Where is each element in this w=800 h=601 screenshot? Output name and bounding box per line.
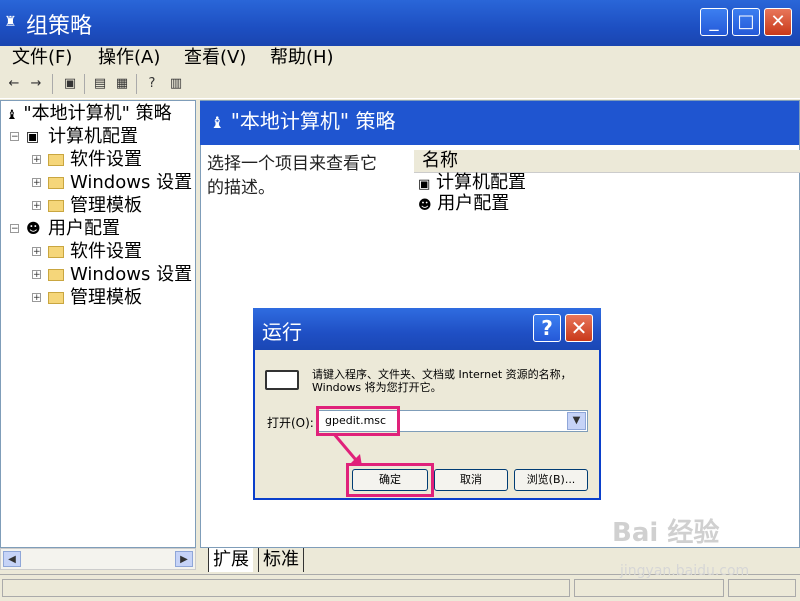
- tree-item-windows-settings[interactable]: + Windows 设置: [32, 172, 196, 194]
- computer-icon: ▣: [26, 129, 40, 145]
- list-item[interactable]: ☻ 用户配置: [418, 193, 509, 215]
- folder-icon: [48, 246, 64, 258]
- folder-icon: [48, 292, 64, 304]
- folder-icon: [48, 200, 64, 212]
- description-line: 选择一个项目来查看它: [207, 154, 377, 174]
- tree-horizontal-scrollbar[interactable]: ◀ ▶: [0, 548, 196, 570]
- title-bar: [0, 0, 800, 46]
- run-dialog-title: 运行: [262, 320, 302, 344]
- expand-icon[interactable]: +: [32, 293, 41, 303]
- dialog-close-button[interactable]: ✕: [565, 314, 593, 342]
- folder-icon: [48, 177, 64, 189]
- toolbar-divider: [136, 74, 137, 94]
- list-item-label: 用户配置: [437, 193, 510, 214]
- menu-view[interactable]: 查看(V): [184, 46, 246, 70]
- user-icon: ☻: [418, 198, 432, 213]
- run-dialog-message: 请键入程序、文件夹、文档或 Internet 资源的名称，Windows 将为您…: [312, 368, 572, 394]
- scroll-right-icon[interactable]: ▶: [175, 551, 193, 567]
- baidu-watermark-url: jingyan.baidu.com: [620, 563, 750, 579]
- description-text: 选择一个项目来查看它 的描述。: [207, 152, 407, 200]
- chevron-down-icon[interactable]: ▼: [567, 412, 586, 430]
- toolbar-divider: [84, 74, 85, 94]
- toolbar: ← → ▣ ▤ ▦ ? ▥: [0, 70, 800, 99]
- column-header-label: 名称: [422, 150, 458, 171]
- maximize-button[interactable]: □: [732, 8, 760, 36]
- annotation-arrow-icon: [332, 433, 362, 466]
- back-arrow-icon[interactable]: ←: [4, 74, 24, 94]
- open-label: 打开(O):: [267, 416, 314, 430]
- tree-item-root[interactable]: ♝ "本地计算机" 策略: [6, 103, 172, 125]
- tree-item-windows-settings[interactable]: + Windows 设置: [32, 264, 196, 286]
- window-title: 组策略: [26, 14, 93, 39]
- tree-user-label: 用户配置: [48, 218, 120, 239]
- scroll-left-icon[interactable]: ◀: [3, 551, 21, 567]
- baidu-watermark-logo: Bai 经验: [612, 518, 720, 548]
- tree-label: 管理模板: [70, 287, 142, 308]
- collapse-icon[interactable]: −: [10, 132, 19, 142]
- user-icon: ☻: [26, 221, 41, 237]
- tree-label: Windows 设置: [70, 264, 193, 285]
- tree-label: 软件设置: [70, 149, 142, 170]
- console-icon[interactable]: ▥: [166, 74, 186, 94]
- run-icon: [265, 370, 299, 390]
- expand-icon[interactable]: +: [32, 178, 41, 188]
- export-list-icon[interactable]: ▦: [112, 74, 132, 94]
- description-line: 的描述。: [207, 178, 275, 198]
- policy-icon: ♝: [6, 108, 18, 123]
- column-header-name[interactable]: 名称: [414, 150, 800, 173]
- status-segment: [2, 579, 570, 597]
- tab-extended[interactable]: 扩展: [208, 548, 253, 572]
- tree-computer-label: 计算机配置: [48, 126, 138, 147]
- browse-button[interactable]: 浏览(B)...: [514, 469, 588, 491]
- tree-root-label: "本地计算机" 策略: [23, 103, 172, 124]
- minimize-button[interactable]: _: [700, 8, 728, 36]
- close-button[interactable]: ✕: [764, 8, 792, 36]
- menu-help[interactable]: 帮助(H): [270, 46, 334, 70]
- computer-icon: ▣: [418, 177, 431, 192]
- policy-icon: ♝: [210, 113, 225, 132]
- menu-file[interactable]: 文件(F): [12, 46, 72, 70]
- tree-item-software-settings[interactable]: + 软件设置: [32, 241, 196, 263]
- menu-action[interactable]: 操作(A): [98, 46, 160, 70]
- tree-item-admin-templates[interactable]: + 管理模板: [32, 195, 196, 217]
- folder-icon: [48, 269, 64, 281]
- dialog-help-button[interactable]: ?: [533, 314, 561, 342]
- expand-icon[interactable]: +: [32, 201, 41, 211]
- properties-icon[interactable]: ▤: [90, 74, 110, 94]
- tree-item-admin-templates[interactable]: + 管理模板: [32, 287, 196, 309]
- expand-icon[interactable]: +: [32, 247, 41, 257]
- group-policy-app-icon: ♜: [4, 14, 17, 30]
- cancel-button[interactable]: 取消: [434, 469, 508, 491]
- tab-standard[interactable]: 标准: [258, 548, 304, 572]
- tree-label: Windows 设置: [70, 172, 193, 193]
- expand-icon[interactable]: +: [32, 270, 41, 280]
- folder-icon: [48, 154, 64, 166]
- show-hide-tree-icon[interactable]: ▣: [60, 74, 80, 94]
- tree-label: 软件设置: [70, 241, 142, 262]
- forward-arrow-icon[interactable]: →: [26, 74, 46, 94]
- tree-item-software-settings[interactable]: + 软件设置: [32, 149, 196, 171]
- list-item-label: 计算机配置: [436, 172, 527, 193]
- list-item[interactable]: ▣ 计算机配置: [418, 172, 526, 194]
- expand-icon[interactable]: +: [32, 155, 41, 165]
- details-header-title: "本地计算机" 策略: [230, 109, 396, 133]
- menu-bar: 文件(F) 操作(A) 查看(V) 帮助(H): [0, 46, 800, 70]
- collapse-icon[interactable]: −: [10, 224, 19, 234]
- toolbar-divider: [52, 74, 53, 94]
- help-icon[interactable]: ?: [142, 74, 162, 94]
- tree-label: 管理模板: [70, 195, 142, 216]
- status-segment: [574, 579, 724, 597]
- details-header: ♝ "本地计算机" 策略: [200, 101, 799, 145]
- status-segment: [728, 579, 796, 597]
